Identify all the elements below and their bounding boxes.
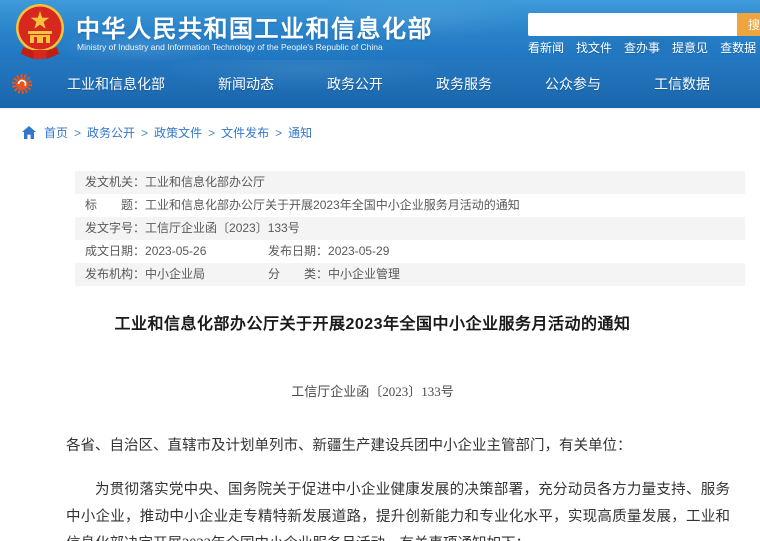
meta-value: 2023-05-26	[145, 244, 206, 258]
meta-label: 标 题：	[85, 198, 145, 212]
national-emblem-icon	[13, 3, 67, 59]
paragraph: 各省、自治区、直辖市及计划单列市、新疆生产建设兵团中小企业主管部门，有关单位：	[66, 433, 730, 460]
nav-items: 工业和信息化部新闻动态政务公开政务服务公众参与工信数据专题	[67, 60, 760, 108]
content: 首页>政务公开>政策文件>文件发布>通知 发文机关：工业和信息化部办公厅标 题：…	[0, 108, 760, 541]
breadcrumb: 首页 > 政务公开 > 政策文件 > 文件发布 > 通知	[0, 109, 760, 139]
meta-row: 标 题：工业和信息化部办公厅关于开展2023年全国中小企业服务月活动的通知	[75, 194, 745, 217]
meta-cell: 发文机关：工业和信息化部办公厅	[85, 171, 265, 194]
meta-value: 工信厅企业函〔2023〕133号	[145, 221, 300, 235]
nav-item[interactable]: 公众参与	[545, 74, 601, 94]
nav-item[interactable]: 工信数据	[654, 74, 710, 94]
quick-link[interactable]: 提意见	[672, 39, 708, 56]
doc-number: 工信厅企业函〔2023〕133号	[0, 381, 745, 400]
meta-value: 中小企业局	[145, 267, 205, 281]
meta-table: 发文机关：工业和信息化部办公厅标 题：工业和信息化部办公厅关于开展2023年全国…	[75, 171, 745, 286]
meta-row: 成文日期：2023-05-26发布日期：2023-05-29	[75, 240, 745, 263]
breadcrumb-separator: >	[275, 126, 282, 140]
meta-value: 中小企业管理	[328, 267, 400, 281]
meta-value: 2023-05-29	[328, 244, 389, 258]
miit-logo-icon[interactable]	[11, 73, 33, 95]
breadcrumb-item[interactable]: 政策文件	[154, 126, 202, 140]
meta-label: 发文字号：	[85, 221, 145, 235]
site-title[interactable]: 中华人民共和国工业和信息化部	[76, 9, 433, 44]
meta-cell: 分 类：中小企业管理	[268, 263, 400, 286]
nav-item[interactable]: 工业和信息化部	[67, 74, 165, 94]
meta-cell: 发布日期：2023-05-29	[268, 240, 389, 263]
meta-label: 分 类：	[268, 267, 328, 281]
nav-item[interactable]: 政务公开	[327, 74, 383, 94]
quick-link[interactable]: 看新闻	[528, 39, 564, 56]
meta-cell: 成文日期：2023-05-26	[85, 240, 268, 263]
article-title: 工业和信息化部办公厅关于开展2023年全国中小企业服务月活动的通知	[0, 310, 745, 334]
site-subtitle: Ministry of Industry and Information Tec…	[77, 42, 383, 52]
header-banner: 中华人民共和国工业和信息化部 Ministry of Industry and …	[0, 0, 760, 60]
search-box: 搜索	[528, 13, 760, 36]
nav-item[interactable]: 新闻动态	[218, 74, 274, 94]
article-body: 各省、自治区、直辖市及计划单列市、新疆生产建设兵团中小企业主管部门，有关单位： 为…	[66, 433, 730, 541]
breadcrumb-item[interactable]: 首页	[44, 126, 68, 140]
meta-row: 发文机关：工业和信息化部办公厅	[75, 171, 745, 194]
breadcrumb-item[interactable]: 文件发布	[221, 126, 269, 140]
meta-label: 成文日期：	[85, 244, 145, 258]
quick-links: 看新闻找文件查办事提意见查数据要投诉	[528, 39, 760, 56]
meta-cell: 发文字号：工信厅企业函〔2023〕133号	[85, 217, 300, 240]
breadcrumb-item[interactable]: 政务公开	[87, 126, 135, 140]
meta-cell: 标 题：工业和信息化部办公厅关于开展2023年全国中小企业服务月活动的通知	[85, 194, 520, 217]
meta-value: 工业和信息化部办公厅	[145, 175, 265, 189]
quick-link[interactable]: 查办事	[624, 39, 660, 56]
home-icon[interactable]	[22, 126, 36, 139]
quick-link[interactable]: 找文件	[576, 39, 612, 56]
breadcrumb-separator: >	[74, 126, 81, 140]
search-input[interactable]	[528, 13, 737, 36]
meta-label: 发布日期：	[268, 244, 328, 258]
quick-link[interactable]: 查数据	[720, 39, 756, 56]
meta-label: 发布机构：	[85, 267, 145, 281]
article: 工业和信息化部办公厅关于开展2023年全国中小企业服务月活动的通知 工信厅企业函…	[0, 310, 745, 541]
breadcrumb-items: 首页 > 政务公开 > 政策文件 > 文件发布 > 通知	[44, 124, 312, 141]
main-nav: 工业和信息化部新闻动态政务公开政务服务公众参与工信数据专题	[0, 60, 760, 108]
search-panel: 搜索 看新闻找文件查办事提意见查数据要投诉	[528, 0, 760, 60]
page: 中华人民共和国工业和信息化部 Ministry of Industry and …	[0, 0, 760, 541]
search-button[interactable]: 搜索	[737, 13, 760, 36]
breadcrumb-item: 通知	[288, 126, 312, 140]
breadcrumb-separator: >	[141, 126, 148, 140]
breadcrumb-separator: >	[208, 126, 215, 140]
paragraph: 为贯彻落实党中央、国务院关于促进中小企业健康发展的决策部署，充分动员各方力量支持…	[66, 477, 730, 541]
meta-row: 发布机构：中小企业局分 类：中小企业管理	[75, 263, 745, 286]
meta-cell: 发布机构：中小企业局	[85, 263, 268, 286]
meta-label: 发文机关：	[85, 175, 145, 189]
nav-item[interactable]: 政务服务	[436, 74, 492, 94]
meta-value: 工业和信息化部办公厅关于开展2023年全国中小企业服务月活动的通知	[145, 198, 520, 212]
meta-row: 发文字号：工信厅企业函〔2023〕133号	[75, 217, 745, 240]
